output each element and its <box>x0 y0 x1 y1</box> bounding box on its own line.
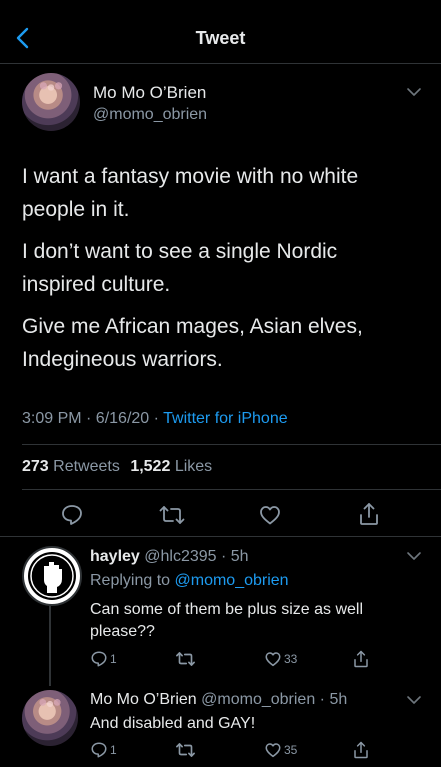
replying-to: Replying to @momo_obrien <box>90 572 289 590</box>
share-icon[interactable] <box>352 649 370 669</box>
retweet-icon[interactable] <box>175 650 196 668</box>
like-count: 33 <box>284 652 298 666</box>
like-icon[interactable] <box>264 650 282 668</box>
reply-icon[interactable] <box>90 650 108 668</box>
reply-avatar[interactable] <box>22 546 82 606</box>
author-handle[interactable]: @momo_obrien <box>93 106 207 124</box>
reply-count: 1 <box>110 652 117 666</box>
retweet-icon[interactable] <box>158 503 186 527</box>
reply-header: Mo Mo O’Brien @momo_obrien · 5h <box>90 691 347 709</box>
like-icon[interactable] <box>264 741 282 759</box>
reply-icon[interactable] <box>60 503 84 527</box>
likes-stat[interactable]: 1,522 Likes <box>130 458 212 475</box>
author-avatar[interactable] <box>22 73 80 131</box>
reply-handle-time[interactable]: @hlc2395 · 5h <box>144 548 248 565</box>
raised-fist-icon <box>28 552 76 600</box>
chevron-down-icon[interactable] <box>406 694 422 706</box>
chevron-down-icon[interactable] <box>406 86 422 98</box>
page-title: Tweet <box>195 28 246 48</box>
reply-icon[interactable] <box>90 741 108 759</box>
tweet-paragraph-1: I want a fantasy movie with no white peo… <box>22 165 359 221</box>
reply-display-name[interactable]: hayley <box>90 548 140 565</box>
tweet-client-link[interactable]: Twitter for iPhone <box>163 410 288 427</box>
replying-to-handle[interactable]: @momo_obrien <box>175 572 289 589</box>
reply-text: Can some of them be plus size as well pl… <box>90 601 364 640</box>
author-display-name[interactable]: Mo Mo O’Brien <box>93 83 206 103</box>
chevron-down-icon[interactable] <box>406 550 422 562</box>
retweets-stat[interactable]: 273 Retweets <box>22 458 120 475</box>
retweets-count: 273 <box>22 458 49 475</box>
meta-divider <box>22 444 441 445</box>
tweet-meta: 3:09 PM · 6/16/20 · Twitter for iPhone <box>22 410 288 428</box>
retweet-icon[interactable] <box>175 741 196 759</box>
like-count: 35 <box>284 743 298 757</box>
likes-count: 1,522 <box>130 458 171 475</box>
share-icon[interactable] <box>352 740 370 760</box>
stats-divider <box>22 489 441 490</box>
header-divider <box>0 63 441 64</box>
action-divider <box>0 536 441 537</box>
reply-header: hayley @hlc2395 · 5h <box>90 548 249 566</box>
likes-label: Likes <box>174 458 213 475</box>
tweet-paragraph-2: I don’t want to see a single Nordic insp… <box>22 240 338 296</box>
reply-count: 1 <box>110 743 117 757</box>
share-icon[interactable] <box>357 501 381 527</box>
replying-to-prefix: Replying to <box>90 572 175 589</box>
reply-text: And disabled and GAY! <box>90 715 256 732</box>
tweet-paragraph-3: Give me African mages, Asian elves, Inde… <box>22 315 363 371</box>
tweet-timestamp: 3:09 PM · 6/16/20 · <box>22 410 164 427</box>
reply-display-name[interactable]: Mo Mo O’Brien <box>90 691 197 708</box>
reply-avatar[interactable] <box>22 690 78 746</box>
reply-handle-time[interactable]: @momo_obrien · 5h <box>201 691 347 708</box>
thread-line <box>49 606 51 686</box>
like-icon[interactable] <box>258 503 282 527</box>
retweets-label: Retweets <box>53 458 120 475</box>
tweet-stats: 273 Retweets 1,522 Likes <box>22 458 212 476</box>
